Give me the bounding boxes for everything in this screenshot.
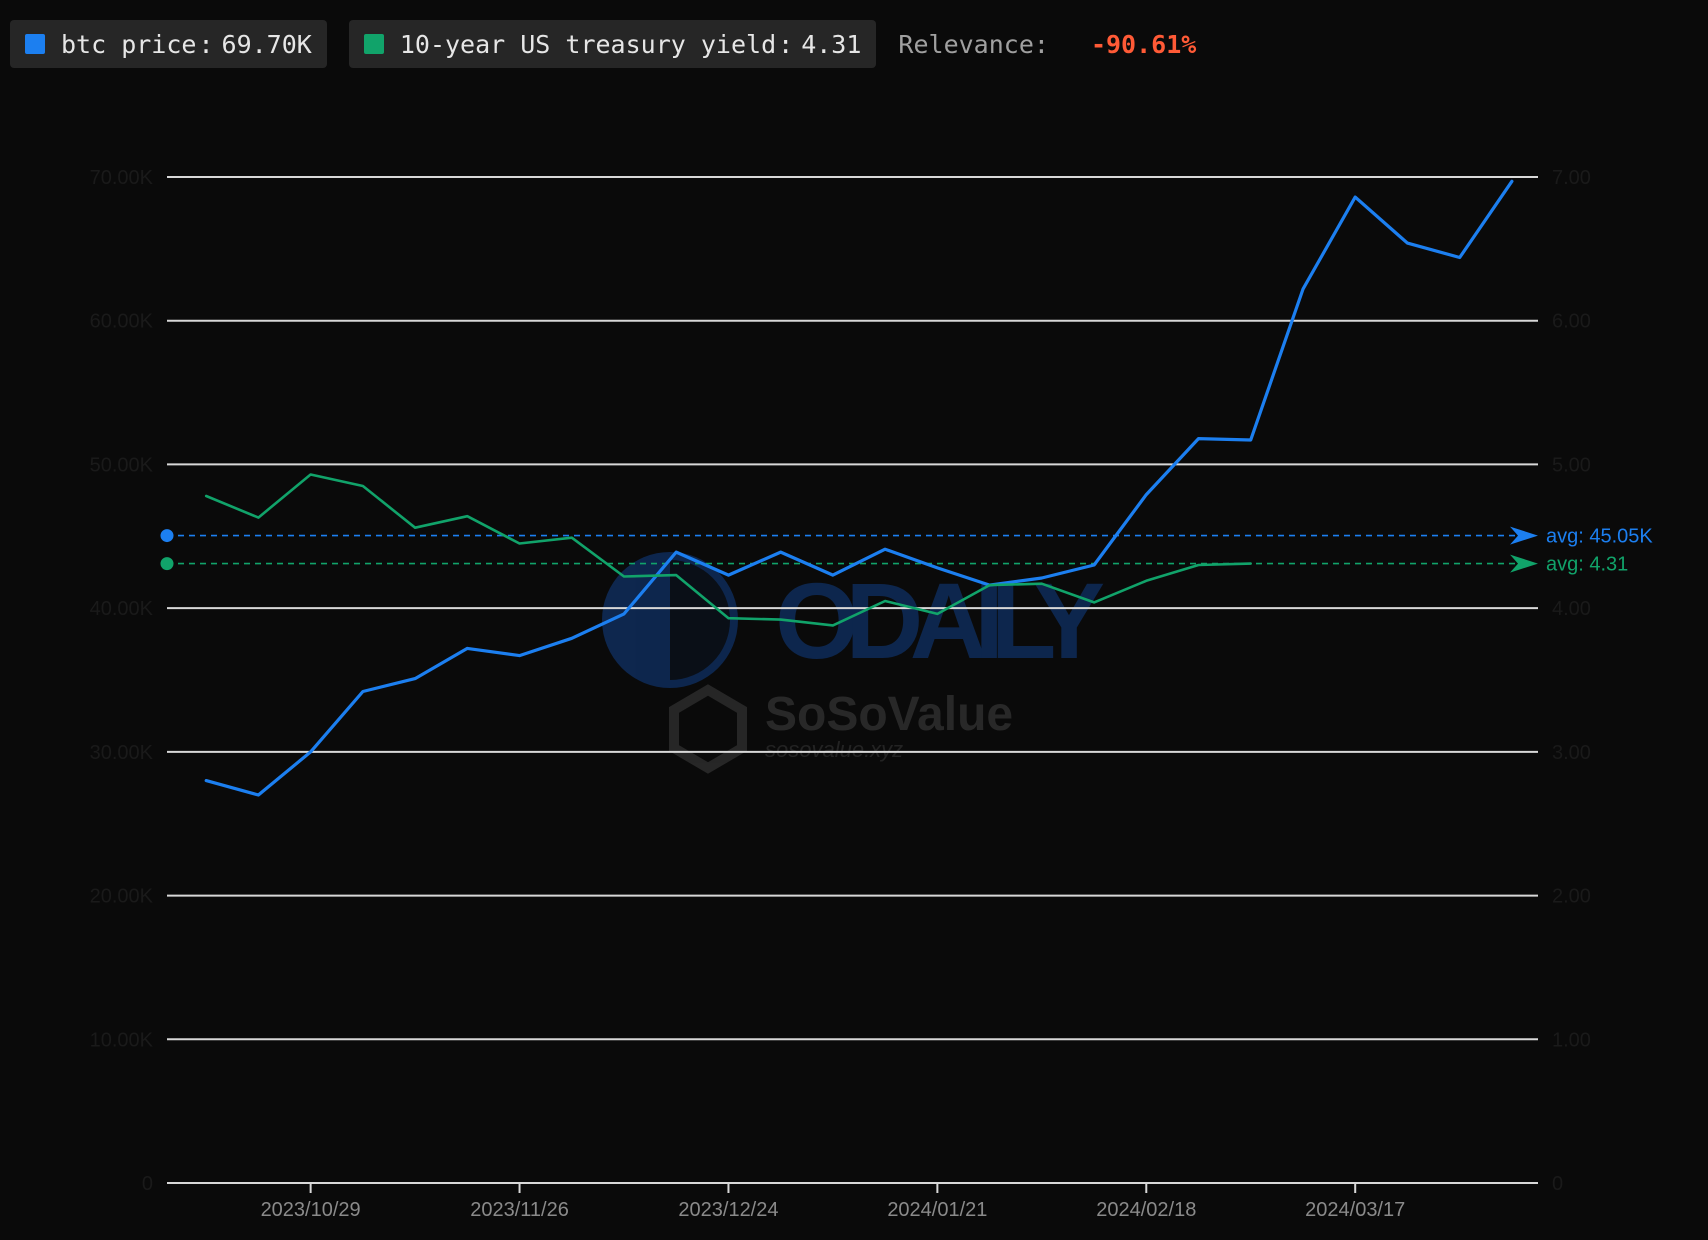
right-axis-tick-label: 7.00 [1552, 167, 1591, 189]
sosovalue-logo-icon [669, 684, 747, 774]
x-axis-tick-label: 2024/02/18 [1096, 1199, 1196, 1221]
left-axis-tick-label: 30.00K [90, 742, 154, 764]
left-axis-tick-label: 70.00K [90, 167, 154, 189]
left-axis-tick-label: 60.00K [90, 311, 154, 333]
left-axis-tick-label: 20.00K [90, 886, 154, 908]
left-axis-tick-label: 0 [142, 1173, 153, 1195]
left-axis-tick-label: 50.00K [90, 454, 154, 476]
right-axis-tick-label: 1.00 [1552, 1029, 1591, 1051]
x-axis-tick-label: 2023/10/29 [261, 1199, 361, 1221]
right-axis-tick-label: 0 [1552, 1173, 1563, 1195]
x-axis-tick-label: 2024/01/21 [887, 1199, 987, 1221]
average-start-marker [160, 529, 174, 543]
x-axis-tick-label: 2024/03/17 [1305, 1199, 1405, 1221]
average-label: avg: 4.31 [1546, 554, 1628, 576]
left-axis: 0 10.00K 20.00K 30.00K 40.00K 50.00K 60.00K 70.… [90, 167, 154, 1195]
right-axis-tick-label: 3.00 [1552, 742, 1591, 764]
x-axis-tick-label: 2023/11/26 [470, 1199, 569, 1221]
right-axis: 0 1.00 2.00 3.00 4.00 5.00 6.00 7.00 [1552, 167, 1591, 1195]
watermark-sosovalue-url: sosovalue.xyz [765, 737, 903, 762]
average-start-marker [160, 557, 174, 571]
right-axis-tick-label: 4.00 [1552, 598, 1591, 620]
right-axis-tick-label: 2.00 [1552, 886, 1591, 908]
x-axis: 2023/10/29 2023/11/26 2023/12/24 2024/01/21… [261, 1183, 1405, 1221]
right-axis-tick-label: 6.00 [1552, 311, 1591, 333]
watermark-odaily-text: ODAILY [775, 560, 1105, 681]
line-chart: ODAILY SoSoValue sosovalue.xyz 0 10.00K 20… [90, 167, 1654, 1221]
x-axis-tick-label: 2023/12/24 [678, 1199, 778, 1221]
right-axis-tick-label: 5.00 [1552, 454, 1591, 476]
left-axis-tick-label: 10.00K [90, 1029, 154, 1051]
watermark-sosovalue-text: SoSoValue [765, 688, 1013, 741]
average-label: avg: 45.05K [1546, 526, 1653, 548]
left-axis-tick-label: 40.00K [90, 598, 154, 620]
